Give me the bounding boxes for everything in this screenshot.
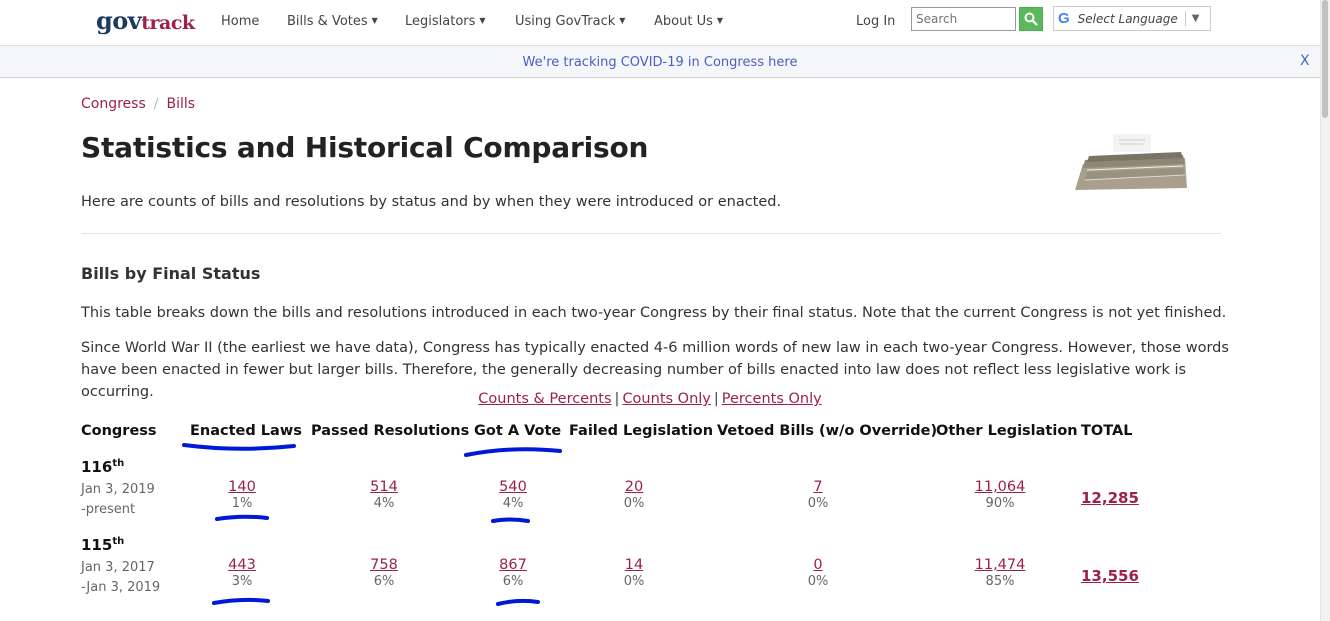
search-input[interactable] [911,7,1016,31]
caret-down-icon: ▼ [371,16,378,25]
toggle-counts-only[interactable]: Counts Only [622,391,710,407]
search-icon [1024,12,1038,26]
column-header-vetoed-bills[interactable]: Vetoed Bills (w/o Override) [717,423,937,439]
annotation-underline [464,447,562,457]
login-link[interactable]: Log In [856,14,895,29]
breadcrumb: Congress / Bills [81,96,195,112]
nav-about-us[interactable]: About Us ▼ [654,14,723,29]
intro-text: Here are counts of bills and resolutions… [81,194,782,210]
table-cell[interactable]: 443 3% [162,557,322,589]
divider [1184,11,1186,26]
section-paragraph: This table breaks down the bills and res… [81,305,1227,321]
congress-date-end: -present [81,502,136,517]
table-cell[interactable]: 0 0% [738,557,898,589]
view-toggles: Counts & Percents | Counts Only | Percents O… [0,391,1300,407]
caret-down-icon: ▼ [619,16,626,25]
column-header-failed-legislation[interactable]: Failed Legislation [569,423,713,439]
caret-down-icon: ▼ [716,16,724,25]
table-cell[interactable]: 11,064 90% [920,479,1080,511]
congress-number: 116th [81,458,125,476]
breadcrumb-bills[interactable]: Bills [166,96,195,112]
section-title: Bills by Final Status [81,264,261,283]
column-header-enacted-laws[interactable]: Enacted Laws [190,423,302,439]
toggle-counts-percents[interactable]: Counts & Percents [478,391,611,407]
dropdown-arrow-icon: ▼ [1191,13,1200,24]
nav-bills-votes[interactable]: Bills & Votes ▼ [287,14,378,29]
divider [81,233,1221,234]
congress-number: 115th [81,536,125,554]
breadcrumb-congress[interactable]: Congress [81,96,146,112]
toggle-percents-only[interactable]: Percents Only [722,391,822,407]
nav-home[interactable]: Home [221,14,259,29]
paper-stack-image [1075,134,1187,190]
column-header-other-legislation[interactable]: Other Legislation [936,423,1078,439]
table-cell[interactable]: 20 0% [554,479,714,511]
annotation-underline [496,598,540,606]
annotation-underline [182,443,296,451]
column-header-passed-resolutions[interactable]: Passed Resolutions [311,423,469,439]
column-header-total: TOTAL [1081,423,1133,439]
separator: | [614,391,620,407]
congress-date-start: Jan 3, 2017 [81,560,155,575]
nav-legislators[interactable]: Legislators ▼ [405,14,486,29]
google-g-icon: G [1058,10,1070,27]
row-total[interactable]: 12,285 [1081,489,1139,507]
annotation-underline [491,517,530,523]
page-title: Statistics and Historical Comparison [81,131,649,164]
scrollbar-thumb[interactable] [1322,0,1328,118]
language-select[interactable]: G Select Language ▼ [1053,6,1211,31]
nav-using-govtrack[interactable]: Using GovTrack ▼ [515,14,625,29]
table-cell[interactable]: 14 0% [554,557,714,589]
language-select-label: Select Language [1077,11,1178,26]
column-header-congress: Congress [81,423,157,439]
congress-date-end: -Jan 3, 2019 [81,580,161,595]
table-cell[interactable]: 140 1% [162,479,322,511]
covid-banner: We're tracking COVID-19 in Congress here… [0,45,1320,78]
row-total[interactable]: 13,556 [1081,567,1139,585]
annotation-underline [212,597,270,605]
separator: | [713,391,719,407]
govtrack-logo[interactable]: govtrack [96,6,195,35]
covid-banner-link[interactable]: We're tracking COVID-19 in Congress here [0,55,1320,70]
caret-down-icon: ▼ [479,16,486,25]
breadcrumb-separator: / [153,96,159,112]
banner-close-button[interactable]: X [1300,53,1310,69]
annotation-underline [215,514,269,521]
congress-date-start: Jan 3, 2019 [81,482,155,497]
search-button[interactable] [1019,7,1043,31]
top-navbar: govtrack Home Bills & Votes ▼ Legislators… [0,0,1320,45]
column-header-got-a-vote[interactable]: Got A Vote [474,423,561,439]
table-cell[interactable]: 11,474 85% [920,557,1080,589]
table-cell[interactable]: 7 0% [738,479,898,511]
